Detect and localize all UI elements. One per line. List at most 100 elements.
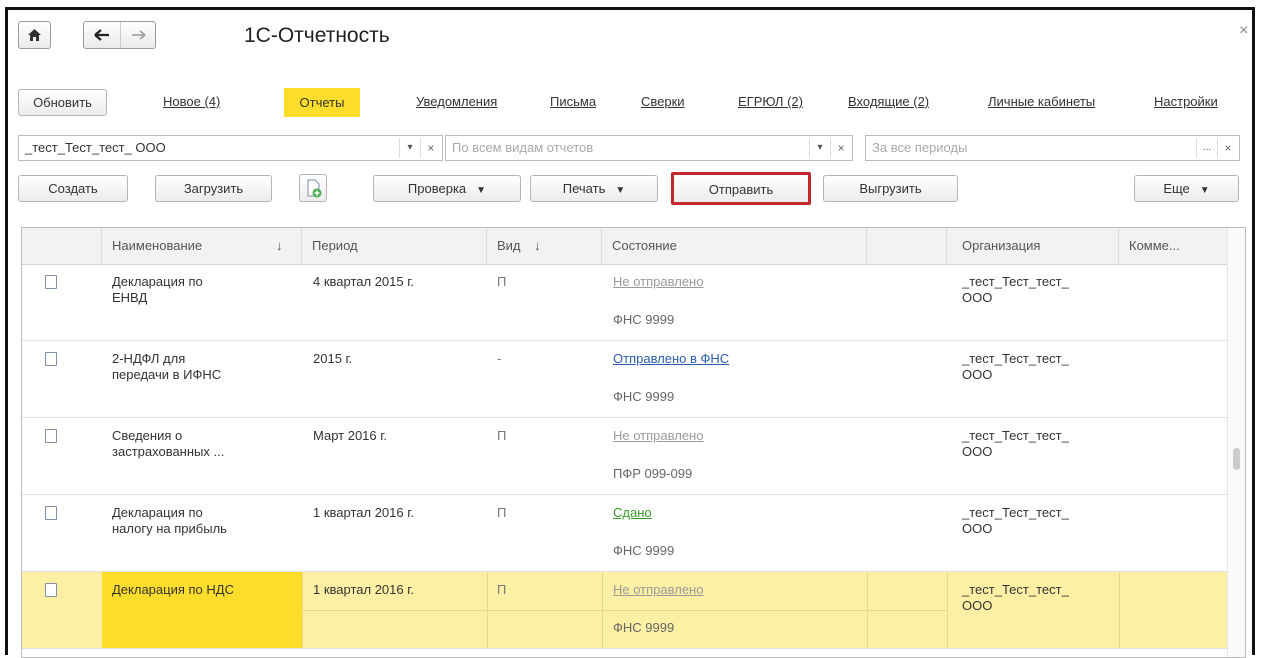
cell-divider: [302, 610, 947, 611]
arrow-right-icon: [132, 30, 146, 40]
check-button[interactable]: Проверка ▼: [373, 175, 521, 202]
report-kind: -: [497, 351, 502, 366]
column-status[interactable]: Состояние: [602, 228, 867, 264]
document-icon: [45, 275, 57, 289]
cell-divider: [1119, 572, 1120, 648]
add-file-icon: [307, 179, 322, 198]
report-kind: П: [497, 582, 507, 597]
report-authority: ФНС 9999: [613, 543, 675, 558]
table-row[interactable]: Декларация по налогу на прибыль 1 квартал…: [22, 495, 1230, 572]
column-name[interactable]: Наименование ↓: [102, 228, 302, 264]
clear-icon[interactable]: ×: [420, 138, 441, 158]
more-label: Еще: [1163, 181, 1190, 196]
table-row[interactable]: 2-НДФЛ для передачи в ИФНС 2015 г. - Отправ…: [22, 341, 1230, 418]
column-comment[interactable]: Комме...: [1119, 228, 1230, 264]
report-kind: П: [497, 505, 507, 520]
chevron-down-icon: ▼: [476, 185, 487, 196]
reports-table: Наименование ↓ Период Вид ↓ Состояние Ор…: [21, 227, 1246, 658]
report-status[interactable]: Сдано: [613, 505, 863, 521]
report-name: 2-НДФЛ для передачи в ИФНС: [112, 351, 222, 382]
tab-reports-label: Отчеты: [299, 95, 345, 110]
load-button[interactable]: Загрузить: [155, 175, 272, 202]
report-authority: ФНС 9999: [613, 620, 675, 635]
export-button[interactable]: Выгрузить: [823, 175, 958, 202]
history-nav: [83, 21, 156, 49]
report-kind: П: [497, 428, 507, 443]
back-button[interactable]: [84, 22, 121, 48]
report-name: Сведения о застрахованных ...: [112, 428, 225, 459]
clear-icon[interactable]: ×: [1217, 138, 1238, 158]
column-icon: [22, 228, 102, 264]
ellipsis-icon[interactable]: ...: [1196, 138, 1217, 158]
tab-reports[interactable]: Отчеты: [284, 88, 360, 117]
forward-button[interactable]: [121, 22, 156, 48]
sort-arrow-icon: ↓: [534, 238, 541, 253]
chevron-down-icon: ▼: [615, 185, 626, 196]
report-organization: _тест_Тест_тест_ ООО: [962, 505, 1069, 536]
report-status[interactable]: Не отправлено: [613, 582, 863, 598]
document-icon: [45, 583, 57, 597]
close-icon[interactable]: ×: [1239, 22, 1248, 40]
tab-letters[interactable]: Письма: [550, 94, 596, 109]
sort-arrow-icon: ↓: [276, 238, 283, 253]
vertical-scrollbar[interactable]: [1227, 228, 1245, 657]
tab-settings[interactable]: Настройки: [1154, 94, 1218, 109]
document-icon: [45, 506, 57, 520]
report-period: 4 квартал 2015 г.: [313, 274, 414, 289]
table-row[interactable]: Сведения о застрахованных ... Март 2016 г…: [22, 418, 1230, 495]
chevron-down-icon[interactable]: ▾: [399, 138, 420, 158]
report-organization: _тест_Тест_тест_ ООО: [962, 274, 1069, 305]
home-button[interactable]: [18, 21, 51, 49]
report-period: Март 2016 г.: [313, 428, 388, 443]
print-label: Печать: [562, 181, 606, 196]
report-status[interactable]: Отправлено в ФНС: [613, 351, 863, 367]
report-organization: _тест_Тест_тест_ ООО: [962, 351, 1069, 382]
table-row[interactable]: Декларация по НДС 1 квартал 2016 г. П Не от…: [22, 572, 1230, 649]
report-status[interactable]: Не отправлено: [613, 274, 863, 290]
check-label: Проверка: [407, 181, 467, 196]
create-button[interactable]: Создать: [18, 175, 128, 202]
organization-field[interactable]: _тест_Тест_тест_ ООО ▾ ×: [18, 135, 443, 161]
send-button[interactable]: Отправить: [671, 172, 811, 205]
scrollbar-thumb[interactable]: [1233, 448, 1240, 470]
home-icon: [28, 29, 41, 41]
new-items-link[interactable]: Новое (4): [163, 94, 220, 109]
period-placeholder: За все периоды: [872, 140, 968, 155]
arrow-left-icon: [94, 29, 109, 41]
table-row[interactable]: Декларация по ЕНВД 4 квартал 2015 г. П Не о…: [22, 264, 1230, 341]
tab-incoming[interactable]: Входящие (2): [848, 94, 929, 109]
column-kind[interactable]: Вид ↓: [487, 228, 602, 264]
tab-notifications[interactable]: Уведомления: [416, 94, 497, 109]
report-period: 2015 г.: [313, 351, 353, 366]
period-field[interactable]: За все периоды ... ×: [865, 135, 1240, 161]
print-button[interactable]: Печать ▼: [530, 175, 658, 202]
report-status[interactable]: Не отправлено: [613, 428, 863, 444]
report-kind: П: [497, 274, 507, 289]
tab-egrul[interactable]: ЕГРЮЛ (2): [738, 94, 803, 109]
chevron-down-icon: ▼: [1199, 185, 1210, 196]
report-period: 1 квартал 2016 г.: [313, 505, 414, 520]
clear-icon[interactable]: ×: [830, 138, 851, 158]
report-period: 1 квартал 2016 г.: [313, 582, 414, 597]
document-icon: [45, 352, 57, 366]
cell-divider: [947, 572, 948, 648]
chevron-down-icon[interactable]: ▾: [809, 138, 830, 158]
more-button[interactable]: Еще ▼: [1134, 175, 1239, 202]
add-file-button[interactable]: [299, 174, 327, 202]
refresh-button[interactable]: Обновить: [18, 89, 107, 116]
report-organization: _тест_Тест_тест_ ООО: [962, 582, 1069, 613]
report-authority: ФНС 9999: [613, 389, 675, 404]
table-header: Наименование ↓ Период Вид ↓ Состояние Ор…: [22, 228, 1245, 265]
report-name: Декларация по НДС: [102, 572, 302, 648]
report-authority: ФНС 9999: [613, 312, 675, 327]
tab-reconciliations[interactable]: Сверки: [641, 94, 685, 109]
report-type-placeholder: По всем видам отчетов: [452, 140, 594, 155]
window-title: 1С-Отчетность: [244, 24, 390, 47]
report-authority: ПФР 099-099: [613, 466, 693, 481]
column-period[interactable]: Период: [302, 228, 487, 264]
tab-personal-accounts[interactable]: Личные кабинеты: [988, 94, 1095, 109]
report-type-field[interactable]: По всем видам отчетов ▾ ×: [445, 135, 853, 161]
column-organization[interactable]: Организация: [947, 228, 1119, 264]
document-icon: [45, 429, 57, 443]
organization-value: _тест_Тест_тест_ ООО: [25, 140, 166, 155]
